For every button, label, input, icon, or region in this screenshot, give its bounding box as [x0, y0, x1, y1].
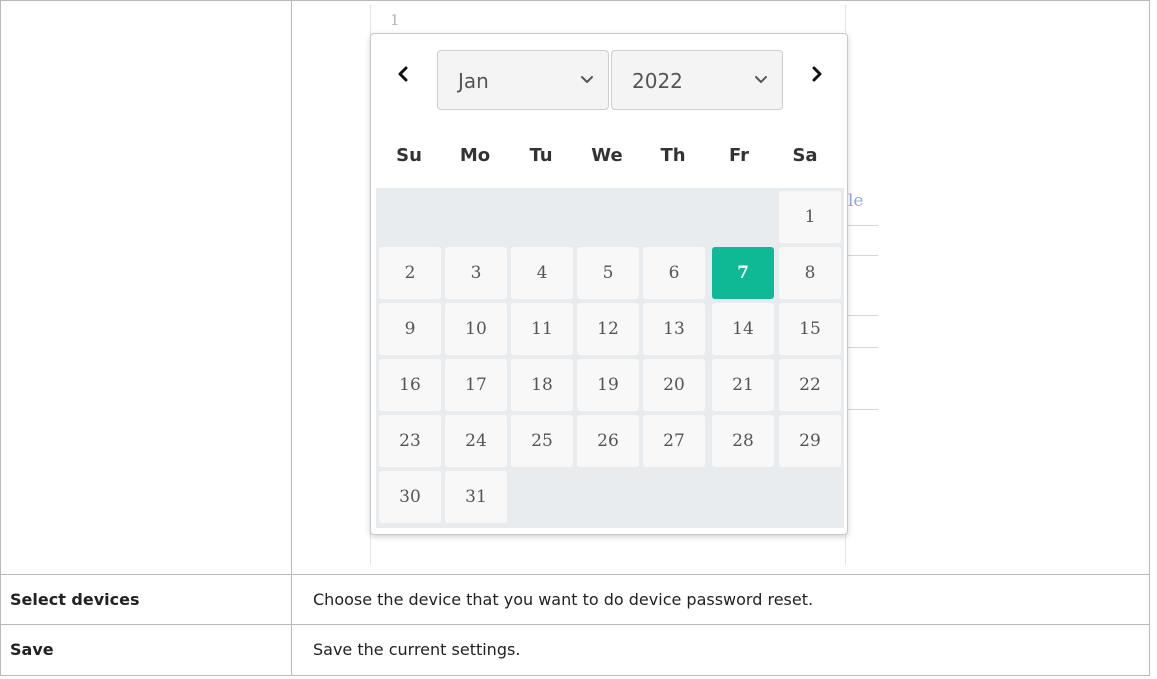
year-value: 2022 [632, 69, 683, 93]
day-cell[interactable]: 6 [643, 247, 705, 299]
next-month-button[interactable] [805, 62, 829, 86]
table-row-divider [0, 624, 1150, 625]
day-cell[interactable]: 31 [445, 471, 507, 523]
background-rule [848, 409, 878, 410]
day-cell[interactable]: 3 [445, 247, 507, 299]
day-cell[interactable]: 24 [445, 415, 507, 467]
background-rule [848, 225, 878, 226]
row-description: Save the current settings. [313, 640, 521, 659]
day-cell[interactable]: 21 [712, 359, 774, 411]
day-cell[interactable]: 25 [511, 415, 573, 467]
weekday-header: Mo [459, 145, 491, 166]
day-cell[interactable]: 19 [577, 359, 639, 411]
weekday-header: Sa [792, 145, 818, 166]
day-cell[interactable]: 27 [643, 415, 705, 467]
day-cell[interactable]: 22 [779, 359, 841, 411]
row-label-save: Save [10, 640, 54, 659]
weekday-header: Fr [728, 145, 750, 166]
weekday-header: Su [396, 145, 422, 166]
day-cell[interactable]: 18 [511, 359, 573, 411]
weekday-header: We [591, 145, 623, 166]
weekday-header: Th [660, 145, 686, 166]
datepicker-popup: Jan 2022 Su Mo Tu We Th Fr Sa 1 2 3 4 5 … [370, 33, 848, 535]
day-cell[interactable]: 20 [643, 359, 705, 411]
weekday-header: Tu [529, 145, 553, 166]
day-cell[interactable]: 30 [379, 471, 441, 523]
previous-month-button[interactable] [391, 62, 415, 86]
document-page: 1 le Jan 2022 Su Mo Tu We Th Fr Sa 1 2 3… [0, 0, 1157, 679]
background-rule [848, 315, 878, 316]
month-value: Jan [458, 69, 489, 93]
day-cell[interactable]: 5 [577, 247, 639, 299]
background-rule [848, 255, 878, 256]
day-cell[interactable]: 8 [779, 247, 841, 299]
day-cell[interactable]: 23 [379, 415, 441, 467]
day-cell[interactable]: 12 [577, 303, 639, 355]
chevron-down-icon [755, 76, 767, 83]
day-cell[interactable]: 14 [712, 303, 774, 355]
row-label-select-devices: Select devices [10, 590, 140, 609]
day-cell[interactable]: 9 [379, 303, 441, 355]
day-cell[interactable]: 10 [445, 303, 507, 355]
day-cell[interactable]: 4 [511, 247, 573, 299]
day-cell[interactable]: 1 [779, 191, 841, 243]
day-cell[interactable]: 17 [445, 359, 507, 411]
day-cell[interactable]: 29 [779, 415, 841, 467]
day-cell[interactable]: 16 [379, 359, 441, 411]
chevron-left-icon [398, 66, 408, 82]
day-cell[interactable]: 28 [712, 415, 774, 467]
day-cell[interactable]: 13 [643, 303, 705, 355]
background-text-fragment: 1 [390, 11, 400, 29]
table-row-divider [0, 574, 1150, 575]
background-text-fragment: le [848, 191, 864, 211]
day-cell[interactable]: 26 [577, 415, 639, 467]
day-cell-selected[interactable]: 7 [712, 247, 774, 299]
background-rule [848, 347, 878, 348]
year-select[interactable]: 2022 [611, 50, 783, 110]
chevron-down-icon [581, 76, 593, 83]
day-cell[interactable]: 15 [779, 303, 841, 355]
day-cell[interactable]: 11 [511, 303, 573, 355]
month-select[interactable]: Jan [437, 50, 609, 110]
row-description: Choose the device that you want to do de… [313, 590, 814, 609]
day-cell[interactable]: 2 [379, 247, 441, 299]
chevron-right-icon [812, 66, 822, 82]
